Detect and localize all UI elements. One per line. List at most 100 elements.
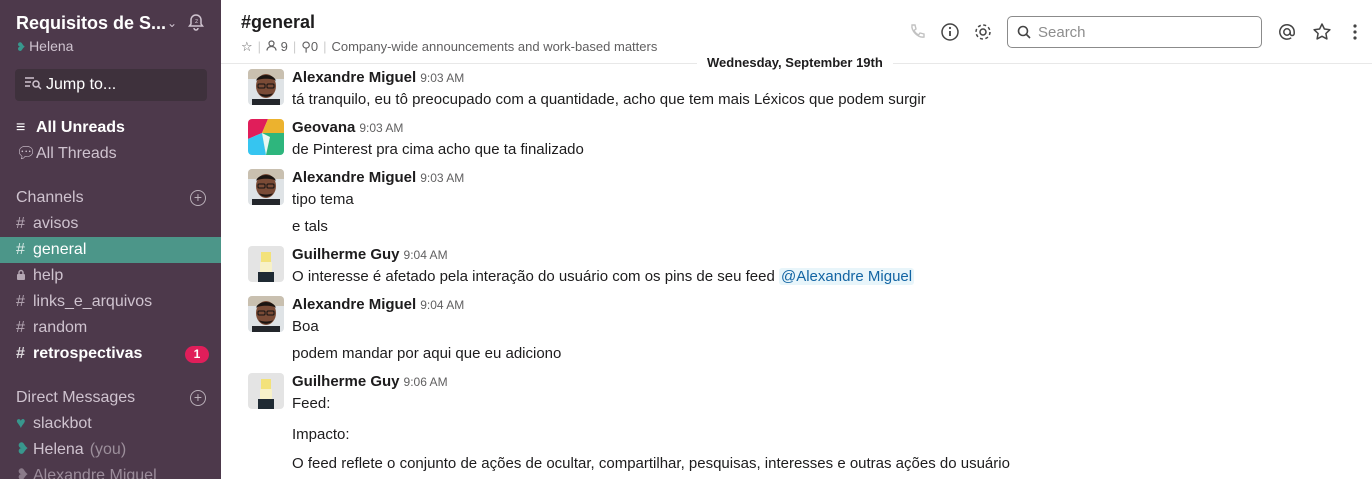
dm-slackbot[interactable]: ♥ slackbot — [0, 411, 221, 437]
channel-topic[interactable]: Company-wide announcements and work-base… — [331, 39, 657, 54]
avatar[interactable] — [248, 373, 284, 409]
channels-header[interactable]: Channels — [16, 189, 84, 207]
phone-icon[interactable] — [907, 22, 927, 42]
all-threads-label: All Threads — [36, 145, 117, 162]
you-label: (you) — [89, 441, 127, 458]
channel-retrospectivas[interactable]: # retrospectivas 1 — [0, 341, 221, 367]
list-icon: ≡ — [16, 119, 26, 136]
channel-label: links_e_arquivos — [33, 293, 153, 310]
channel-label: random — [33, 319, 88, 336]
timestamp[interactable]: 9:06 AM — [404, 375, 448, 389]
author-name[interactable]: Guilherme Guy — [292, 373, 400, 390]
star-icon[interactable]: ☆ — [241, 39, 253, 54]
heart-icon: ♥ — [16, 415, 26, 432]
dm-label: Helena — [33, 441, 84, 458]
presence-icon: ❥ — [16, 441, 30, 458]
channel-random[interactable]: # random — [0, 315, 221, 341]
all-unreads[interactable]: ≡ All Unreads — [0, 115, 221, 141]
hash-icon: # — [16, 241, 25, 258]
threads-icon: 💬︎ — [16, 145, 37, 162]
message-author[interactable]: Alexandre Miguel 9:03 AM — [292, 69, 464, 86]
avatar[interactable] — [248, 169, 284, 205]
presence-icon: ❥ — [16, 467, 30, 479]
message-text: tipo tema — [292, 191, 354, 208]
channel-label: help — [33, 267, 64, 284]
author-name[interactable]: Guilherme Guy — [292, 246, 400, 263]
message-text: podem mandar por aqui que eu adiciono — [292, 345, 562, 362]
workspace-name[interactable]: Requisitos de S... — [16, 13, 166, 34]
unread-badge: 1 — [185, 346, 209, 363]
timestamp[interactable]: 9:04 AM — [420, 298, 464, 312]
member-count[interactable]: 9 — [281, 39, 288, 54]
search-icon — [1017, 25, 1031, 39]
channel-title[interactable]: #general — [241, 12, 315, 33]
dm-alexandre-miguel[interactable]: ❥ Alexandre Miguel — [0, 463, 221, 479]
add-channel-icon[interactable]: + — [190, 190, 206, 206]
pin-count[interactable]: 0 — [311, 39, 318, 54]
jump-icon — [24, 76, 42, 90]
avatar[interactable] — [248, 296, 284, 332]
message-text: Feed: — [292, 395, 331, 412]
lock-icon — [16, 263, 33, 289]
message-author[interactable]: Guilherme Guy 9:06 AM — [292, 373, 448, 390]
channel-general[interactable]: # general — [0, 237, 221, 263]
message-text: O interesse é afetado pela interação do … — [292, 268, 915, 285]
author-name[interactable]: Alexandre Miguel — [292, 69, 416, 86]
hash-icon: # — [16, 345, 25, 362]
avatar[interactable] — [248, 69, 284, 105]
jump-label: Jump to... — [46, 76, 117, 93]
timestamp[interactable]: 9:03 AM — [359, 121, 403, 135]
timestamp[interactable]: 9:03 AM — [420, 71, 464, 85]
message-text: de Pinterest pra cima acho que ta finali… — [292, 141, 584, 158]
hash-icon: # — [16, 319, 25, 336]
channel-meta: ☆ | 9 | ⚲0 | Company-wide announcements and w… — [241, 39, 658, 54]
starred-icon[interactable] — [1312, 22, 1332, 42]
channel-label: avisos — [33, 215, 79, 232]
all-threads[interactable]: 💬︎All Threads — [0, 141, 221, 167]
info-icon[interactable] — [940, 22, 960, 42]
search-input[interactable]: Search — [1007, 16, 1262, 48]
author-name[interactable]: Alexandre Miguel — [292, 169, 416, 186]
dm-label: slackbot — [33, 415, 92, 432]
bell-icon[interactable]: z — [186, 12, 206, 37]
channel-avisos[interactable]: # avisos — [0, 211, 221, 237]
svg-text:z: z — [195, 18, 198, 25]
pin-icon[interactable]: ⚲ — [301, 39, 311, 54]
hash-icon: # — [16, 293, 25, 310]
date-divider: Wednesday, September 19th — [697, 54, 893, 72]
user-mention[interactable]: @Alexandre Miguel — [778, 268, 915, 285]
current-user[interactable]: ❥ Helena — [16, 38, 73, 54]
dm-label: Alexandre Miguel — [33, 467, 157, 479]
presence-icon: ❥ — [16, 40, 27, 54]
add-dm-icon[interactable]: + — [190, 390, 206, 406]
message-text-body: O interesse é afetado pela interação do … — [292, 268, 775, 285]
more-icon[interactable] — [1345, 22, 1365, 42]
channel-label: general — [33, 241, 87, 258]
message-text: Impacto: — [292, 426, 350, 443]
message-author[interactable]: Alexandre Miguel 9:03 AM — [292, 169, 464, 186]
channel-links-e-arquivos[interactable]: # links_e_arquivos — [0, 289, 221, 315]
message-author[interactable]: Alexandre Miguel 9:04 AM — [292, 296, 464, 313]
avatar[interactable] — [248, 119, 284, 155]
message-author[interactable]: Geovana 9:03 AM — [292, 119, 403, 136]
timestamp[interactable]: 9:04 AM — [404, 248, 448, 262]
search-placeholder: Search — [1038, 24, 1086, 41]
current-user-name: Helena — [29, 38, 74, 54]
channel-help[interactable]: help — [0, 263, 221, 289]
chevron-down-icon[interactable]: ⌄ — [167, 16, 177, 30]
dm-header[interactable]: Direct Messages — [16, 389, 135, 407]
avatar[interactable] — [248, 246, 284, 282]
mentions-icon[interactable] — [1277, 22, 1297, 42]
timestamp[interactable]: 9:03 AM — [420, 171, 464, 185]
author-name[interactable]: Alexandre Miguel — [292, 296, 416, 313]
author-name[interactable]: Geovana — [292, 119, 355, 136]
sidebar: Requisitos de S... ⌄ z ❥ Helena Jump to..… — [0, 0, 221, 479]
all-unreads-label: All Unreads — [36, 119, 125, 136]
members-icon[interactable] — [266, 39, 277, 54]
jump-to-button[interactable]: Jump to... — [15, 69, 207, 101]
hash-icon: # — [16, 215, 25, 232]
message-author[interactable]: Guilherme Guy 9:04 AM — [292, 246, 448, 263]
channel-label: retrospectivas — [33, 345, 143, 362]
gear-icon[interactable] — [973, 22, 993, 42]
dm-helena[interactable]: ❥ Helena (you) — [0, 437, 221, 463]
